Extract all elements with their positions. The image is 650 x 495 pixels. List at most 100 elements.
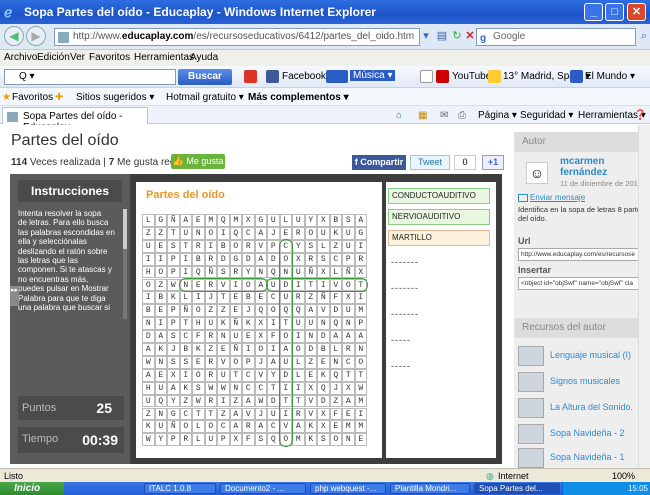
grid-cell[interactable]: Ñ — [179, 304, 192, 318]
collapse-arrows-icon[interactable]: ▸▸ — [10, 286, 19, 306]
home-icon[interactable]: ⌂ — [396, 110, 402, 121]
grid-cell[interactable]: S — [167, 330, 180, 343]
grid-cell[interactable]: Ñ — [167, 420, 180, 434]
grid-cell[interactable]: N — [342, 317, 355, 331]
grid-cell[interactable]: V — [304, 394, 317, 408]
grid-cell[interactable]: N — [329, 355, 342, 369]
grid-cell[interactable]: J — [204, 291, 217, 305]
grid-cell[interactable]: Q — [229, 226, 242, 240]
grid-cell[interactable]: D — [329, 304, 342, 318]
grid-cell[interactable]: I — [217, 226, 230, 240]
grid-cell[interactable]: M — [229, 214, 242, 227]
grid-cell[interactable]: J — [167, 343, 180, 356]
resource-item[interactable]: La Altura del Sonido. — [518, 398, 648, 418]
grid-cell[interactable]: N — [342, 433, 355, 447]
grid-cell[interactable]: M — [292, 433, 305, 447]
grid-cell[interactable]: L — [192, 420, 205, 434]
grid-cell[interactable]: X — [304, 381, 317, 395]
grid-cell[interactable]: R — [242, 239, 255, 253]
grid-cell[interactable]: G — [167, 407, 180, 421]
grid-cell[interactable]: R — [204, 368, 217, 382]
grid-cell[interactable]: A — [342, 330, 355, 343]
grid-cell[interactable]: I — [217, 394, 230, 408]
grid-cell[interactable]: D — [317, 330, 330, 343]
grid-cell[interactable]: A — [342, 394, 355, 408]
grid-cell[interactable]: Ñ — [229, 317, 242, 331]
grid-cell[interactable]: H — [192, 317, 205, 331]
grid-cell[interactable]: E — [229, 291, 242, 305]
grid-cell[interactable]: U — [204, 433, 217, 447]
menu-herramientas[interactable]: Herramientas — [134, 52, 194, 63]
grid-cell[interactable]: X — [167, 368, 180, 382]
menu-edicion[interactable]: Edición — [37, 52, 70, 63]
favorites-button[interactable]: Favoritos — [12, 92, 53, 103]
grid-cell[interactable]: R — [204, 355, 217, 369]
grid-cell[interactable]: X — [342, 381, 355, 395]
grid-cell[interactable]: J — [267, 226, 280, 240]
author-avatar[interactable]: ☺ — [526, 162, 548, 184]
dropdown-arrow-icon[interactable]: ▾ — [418, 28, 434, 46]
grid-cell[interactable]: A — [254, 252, 267, 266]
play-icon[interactable] — [326, 70, 348, 83]
grid-cell[interactable]: K — [304, 420, 317, 434]
grid-cell[interactable]: Q — [254, 304, 267, 318]
grid-cell[interactable]: S — [179, 355, 192, 369]
minimize-button[interactable]: _ — [584, 3, 603, 21]
grid-cell[interactable]: Z — [204, 343, 217, 356]
grid-cell[interactable]: T — [229, 368, 242, 382]
grid-cell[interactable]: L — [329, 265, 342, 279]
grid-cell[interactable]: B — [242, 291, 255, 305]
grid-cell[interactable]: P — [167, 317, 180, 331]
grid-cell[interactable]: I — [142, 252, 155, 266]
grid-cell[interactable]: B — [317, 343, 330, 356]
grid-cell[interactable]: K — [242, 317, 255, 331]
grid-cell[interactable]: V — [242, 407, 255, 421]
menu-archivo[interactable]: Archivo — [4, 52, 37, 63]
grid-cell[interactable]: M — [204, 214, 217, 227]
grid-cell[interactable]: I — [179, 368, 192, 382]
address-bar[interactable]: http://www.educaplay.com/es/recursoseduc… — [54, 28, 420, 46]
grid-cell[interactable]: Ñ — [204, 265, 217, 279]
resource-title[interactable]: Sopa Navideña - 2 — [550, 428, 625, 438]
pagina-menu[interactable]: Página ▾ — [478, 110, 517, 121]
grid-cell[interactable]: R — [242, 420, 255, 434]
grid-cell[interactable]: Z — [217, 407, 230, 421]
grid-cell[interactable]: W — [204, 381, 217, 395]
grid-cell[interactable]: X — [317, 214, 330, 227]
grid-cell[interactable]: T — [342, 368, 355, 382]
grid-cell[interactable]: I — [179, 252, 192, 266]
grid-cell[interactable]: R — [204, 252, 217, 266]
grid-cell[interactable]: T — [204, 407, 217, 421]
grid-cell[interactable]: F — [329, 291, 342, 305]
grid-cell[interactable]: A — [179, 214, 192, 227]
grid-cell[interactable]: I — [192, 291, 205, 305]
facebook-share-button[interactable]: f Compartir — [352, 155, 406, 170]
grid-cell[interactable]: C — [267, 291, 280, 305]
grid-cell[interactable]: Y — [154, 433, 167, 447]
grid-cell[interactable]: Y — [292, 239, 305, 253]
grid-cell[interactable]: Q — [267, 265, 280, 279]
grid-cell[interactable]: U — [292, 265, 305, 279]
grid-cell[interactable]: C — [267, 420, 280, 434]
grid-cell[interactable]: C — [254, 381, 267, 395]
resource-title[interactable]: La Altura del Sonido. — [550, 402, 633, 412]
grid-cell[interactable]: U — [154, 420, 167, 434]
resource-item[interactable]: Lenguaje musical (I) — [518, 346, 648, 366]
grid-cell[interactable]: Ñ — [304, 265, 317, 279]
grid-cell[interactable]: L — [142, 214, 155, 227]
grid-cell[interactable]: P — [167, 265, 180, 279]
grid-cell[interactable]: U — [142, 394, 155, 408]
musica-button[interactable]: Música ▾ — [350, 70, 396, 81]
grid-cell[interactable]: D — [217, 252, 230, 266]
grid-cell[interactable]: E — [354, 433, 367, 447]
grid-cell[interactable]: I — [267, 343, 280, 356]
grid-cell[interactable]: X — [292, 252, 305, 266]
resource-item[interactable]: Signos musicales — [518, 372, 648, 392]
grid-cell[interactable]: T — [354, 368, 367, 382]
grid-cell[interactable]: Q — [154, 394, 167, 408]
grid-cell[interactable]: S — [304, 239, 317, 253]
grid-cell[interactable]: W — [217, 381, 230, 395]
grid-cell[interactable]: R — [354, 252, 367, 266]
grid-cell[interactable]: Z — [179, 394, 192, 408]
grid-cell[interactable]: E — [217, 343, 230, 356]
